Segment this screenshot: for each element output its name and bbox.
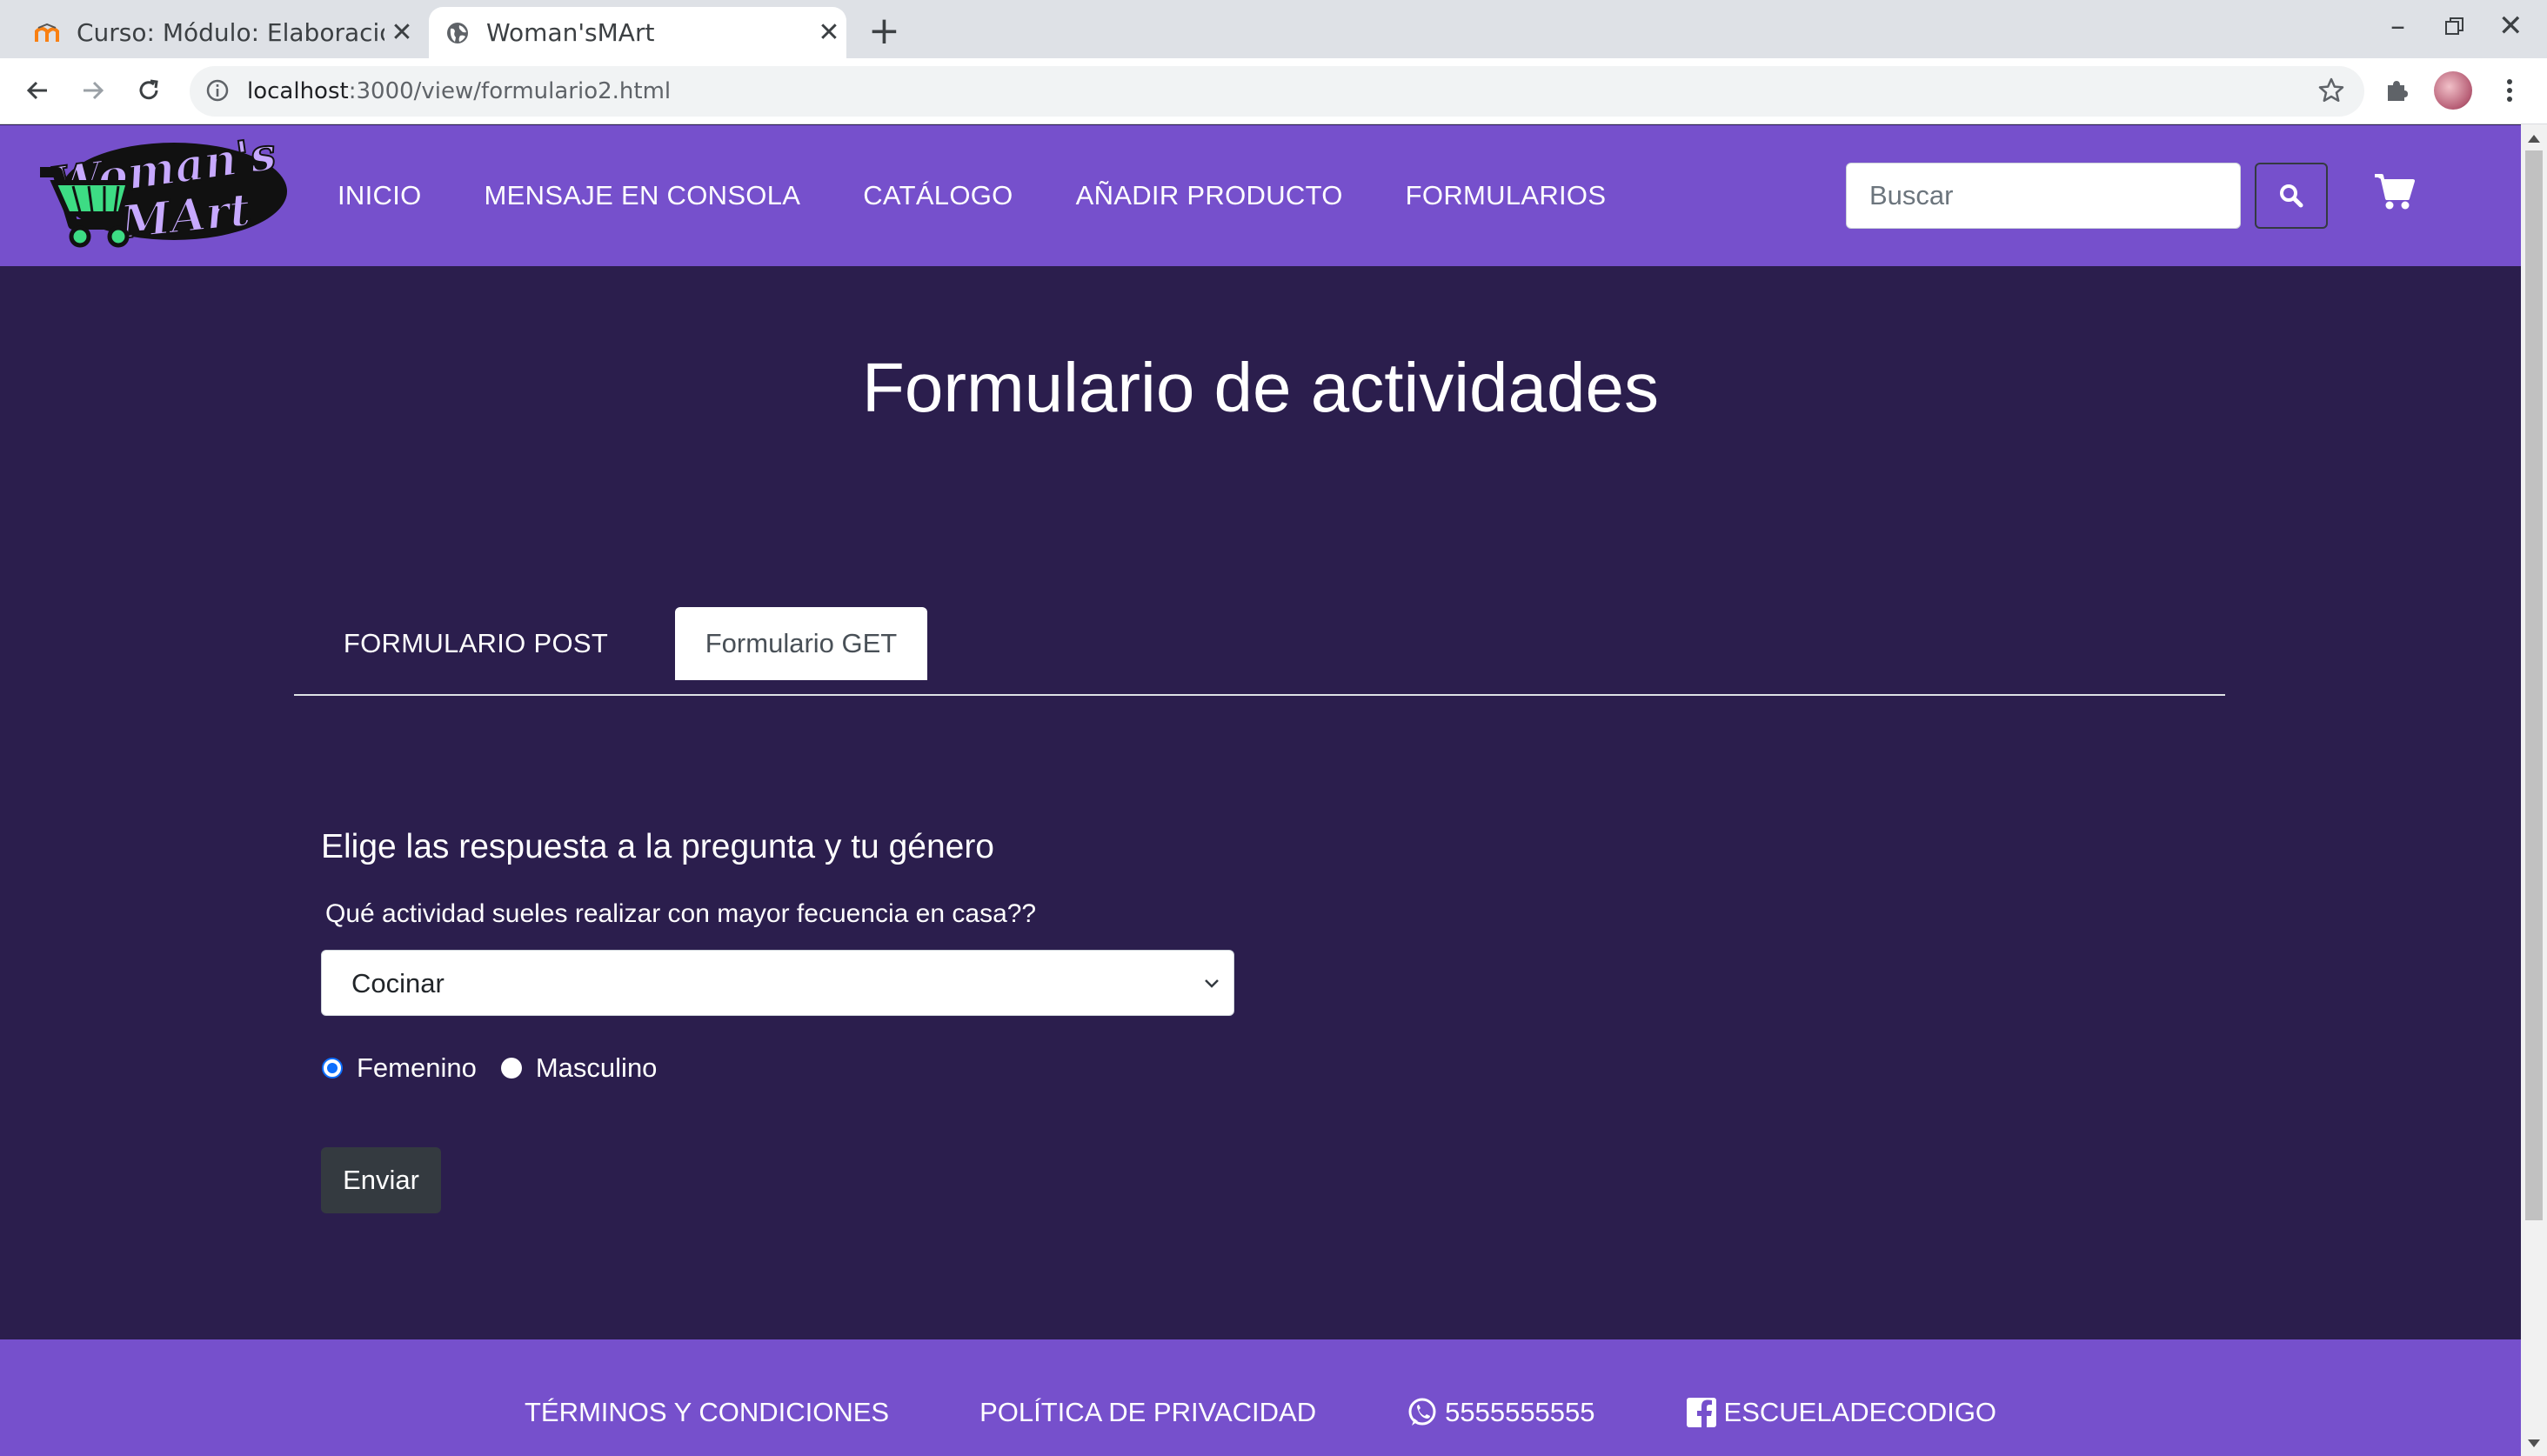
- search-input[interactable]: [1846, 163, 2241, 229]
- back-arrow-icon[interactable]: [17, 70, 57, 110]
- womansmart-logo[interactable]: Woman's MArt: [35, 126, 296, 256]
- window-close-icon[interactable]: ✕: [2498, 9, 2524, 43]
- page-scrollbar[interactable]: [2521, 124, 2547, 1456]
- nav-formularios[interactable]: FORMULARIOS: [1406, 180, 1607, 211]
- gender-radio-group: Femenino Masculino: [322, 1052, 681, 1084]
- nav-anadir-producto[interactable]: AÑADIR PRODUCTO: [1076, 180, 1343, 211]
- footer-links: TÉRMINOS Y CONDICIONES POLÍTICA DE PRIVA…: [0, 1339, 2521, 1456]
- scroll-up-arrow-icon[interactable]: [2528, 135, 2540, 143]
- tab-formulario-get[interactable]: Formulario GET: [675, 607, 927, 680]
- activity-select[interactable]: Cocinar: [321, 950, 1234, 1016]
- info-icon[interactable]: [205, 78, 230, 107]
- footer-privacy-link[interactable]: POLÍTICA DE PRIVACIDAD: [979, 1397, 1316, 1428]
- form-heading: Elige las respuesta a la pregunta y tu g…: [321, 828, 995, 865]
- bookmark-star-icon[interactable]: [2317, 77, 2345, 109]
- form-tabs: FORMULARIO POST Formulario GET: [294, 607, 2225, 696]
- facebook-icon: [1686, 1398, 1716, 1427]
- reload-icon[interactable]: [129, 70, 169, 110]
- browser-tab-womansmart[interactable]: Woman'sMArt ✕: [429, 7, 846, 58]
- footer-facebook-link[interactable]: ESCUELADECODIGO: [1686, 1397, 1997, 1428]
- activity-select-value: Cocinar: [351, 968, 445, 998]
- forward-arrow-icon[interactable]: [73, 70, 113, 110]
- site-navbar: Woman's MArt INICIO MENSAJE EN CONSOLA C…: [0, 125, 2521, 266]
- scrollbar-thumb[interactable]: [2525, 150, 2543, 1220]
- whatsapp-icon: [1408, 1398, 1436, 1426]
- whatsapp-number: 5555555555: [1445, 1397, 1595, 1427]
- shopping-cart-icon[interactable]: [2373, 172, 2415, 215]
- scroll-down-arrow-icon[interactable]: [2528, 1439, 2540, 1447]
- close-icon[interactable]: ✕: [384, 17, 419, 48]
- page-title: Formulario de actividades: [862, 349, 1659, 426]
- browser-tab-bar: Curso: Módulo: Elaboración ✕ Woman'sMArt…: [0, 0, 2547, 58]
- site-footer: TÉRMINOS Y CONDICIONES POLÍTICA DE PRIVA…: [0, 1339, 2521, 1456]
- search-button[interactable]: [2255, 163, 2328, 229]
- cart-logo-icon: [40, 167, 132, 248]
- submit-button[interactable]: Enviar: [321, 1147, 441, 1213]
- restore-icon[interactable]: [2444, 9, 2465, 44]
- nav-inicio[interactable]: INICIO: [338, 180, 422, 211]
- browser-tab-title: Curso: Módulo: Elaboración: [77, 18, 384, 47]
- address-url: localhost:3000/view/formulario2.html: [247, 78, 671, 104]
- globe-icon: [445, 20, 471, 46]
- chevron-down-icon: [1202, 973, 1221, 997]
- address-bar[interactable]: localhost:3000/view/formulario2.html: [190, 66, 2364, 117]
- main-menu: INICIO MENSAJE EN CONSOLA CATÁLOGO AÑADI…: [338, 125, 1668, 266]
- nav-catalogo[interactable]: CATÁLOGO: [863, 180, 1013, 211]
- browser-toolbar: localhost:3000/view/formulario2.html: [0, 58, 2547, 124]
- browser-tab-course[interactable]: Curso: Módulo: Elaboración ✕: [19, 7, 419, 58]
- radio-femenino[interactable]: [322, 1058, 343, 1079]
- footer-terms-link[interactable]: TÉRMINOS Y CONDICIONES: [525, 1397, 889, 1428]
- browser-tab-title: Woman'sMArt: [486, 18, 655, 47]
- activity-question-label: Qué actividad sueles realizar con mayor …: [325, 899, 1037, 928]
- menu-kebab-icon[interactable]: [2490, 70, 2530, 110]
- extensions-puzzle-icon[interactable]: [2377, 70, 2417, 110]
- profile-avatar[interactable]: [2434, 71, 2472, 110]
- moodle-icon: [35, 20, 61, 46]
- minimize-icon[interactable]: –: [2390, 9, 2405, 43]
- url-host: localhost: [247, 78, 349, 104]
- radio-femenino-label[interactable]: Femenino: [357, 1052, 477, 1084]
- tab-formulario-post[interactable]: FORMULARIO POST: [294, 607, 658, 680]
- new-tab-icon[interactable]: +: [868, 9, 900, 53]
- nav-mensaje-en-consola[interactable]: MENSAJE EN CONSOLA: [485, 180, 801, 211]
- close-icon[interactable]: ✕: [812, 17, 846, 48]
- radio-masculino-label[interactable]: Masculino: [536, 1052, 658, 1084]
- radio-masculino[interactable]: [500, 1058, 522, 1079]
- facebook-handle: ESCUELADECODIGO: [1723, 1397, 1997, 1427]
- url-path: :3000/view/formulario2.html: [348, 78, 672, 104]
- footer-whatsapp-link[interactable]: 5555555555: [1407, 1397, 1595, 1428]
- search-icon: [2280, 184, 2303, 208]
